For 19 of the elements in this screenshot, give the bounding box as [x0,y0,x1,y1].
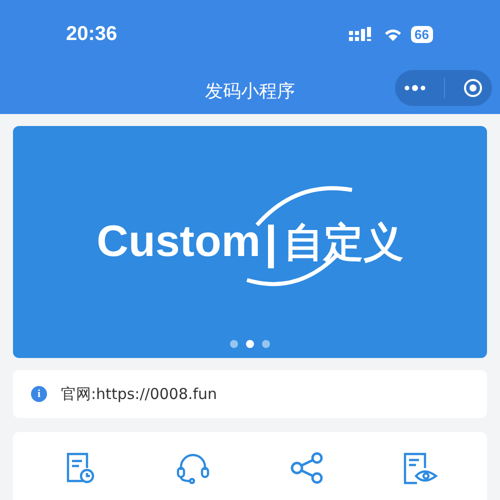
page-title: 发码小程序 [205,80,295,103]
carousel-dot[interactable] [246,340,254,348]
document-eye-icon[interactable] [402,452,438,486]
document-clock-icon[interactable] [64,452,95,484]
banner[interactable]: Custom|自定义 [13,126,487,358]
banner-brand: Custom [96,217,260,267]
carousel-dot[interactable] [230,340,238,348]
info-icon: i [31,386,47,402]
website-text: 官网:https://0008.fun [61,384,218,404]
banner-separator: | [264,215,278,269]
banner-brand-cn: 自定义 [283,220,404,266]
carousel-dot[interactable] [262,340,270,348]
battery-level: 66 [410,26,433,42]
wifi-icon [384,28,402,40]
headset-icon[interactable] [176,452,210,484]
more-icon[interactable] [404,84,426,92]
close-icon[interactable] [463,78,483,98]
status-time: 20:36 [66,22,118,46]
share-icon[interactable] [290,452,324,484]
